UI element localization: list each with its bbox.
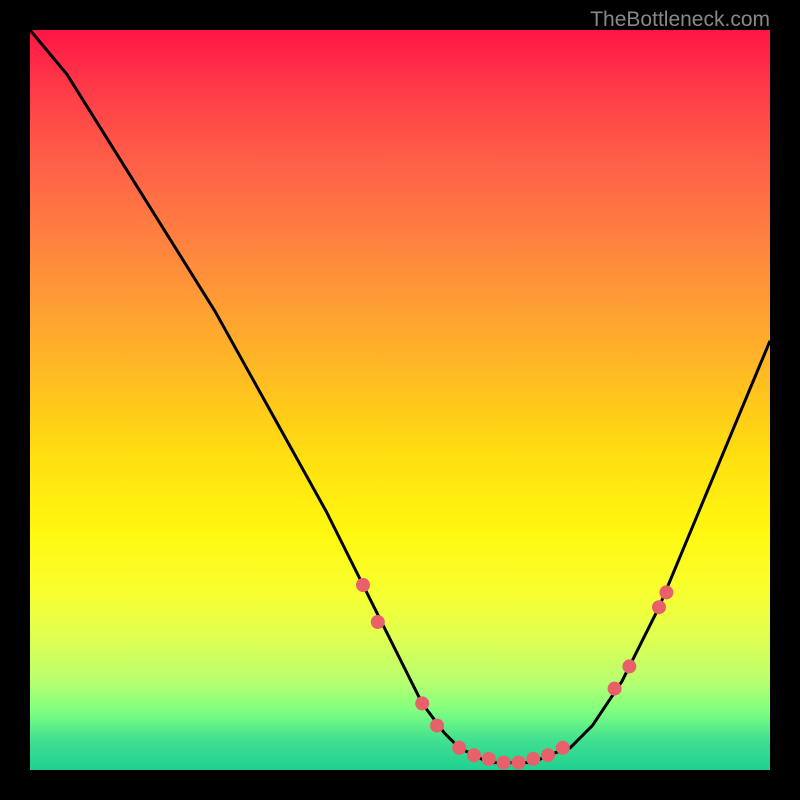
- data-marker: [430, 719, 444, 733]
- chart-plot-area: [30, 30, 770, 770]
- data-marker: [452, 741, 466, 755]
- chart-container: TheBottleneck.com: [0, 0, 800, 800]
- data-marker: [482, 752, 496, 766]
- watermark-text: TheBottleneck.com: [590, 8, 770, 32]
- data-marker: [659, 585, 673, 599]
- data-marker: [356, 578, 370, 592]
- data-marker: [608, 682, 622, 696]
- data-markers: [356, 578, 673, 770]
- data-marker: [556, 741, 570, 755]
- data-marker: [622, 659, 636, 673]
- data-marker: [497, 756, 511, 770]
- data-marker: [371, 615, 385, 629]
- bottleneck-curve-path: [30, 30, 770, 763]
- curve-line: [30, 30, 770, 763]
- data-marker: [541, 748, 555, 762]
- data-marker: [415, 696, 429, 710]
- chart-svg: [30, 30, 770, 770]
- data-marker: [467, 748, 481, 762]
- data-marker: [652, 600, 666, 614]
- data-marker: [511, 756, 525, 770]
- data-marker: [526, 752, 540, 766]
